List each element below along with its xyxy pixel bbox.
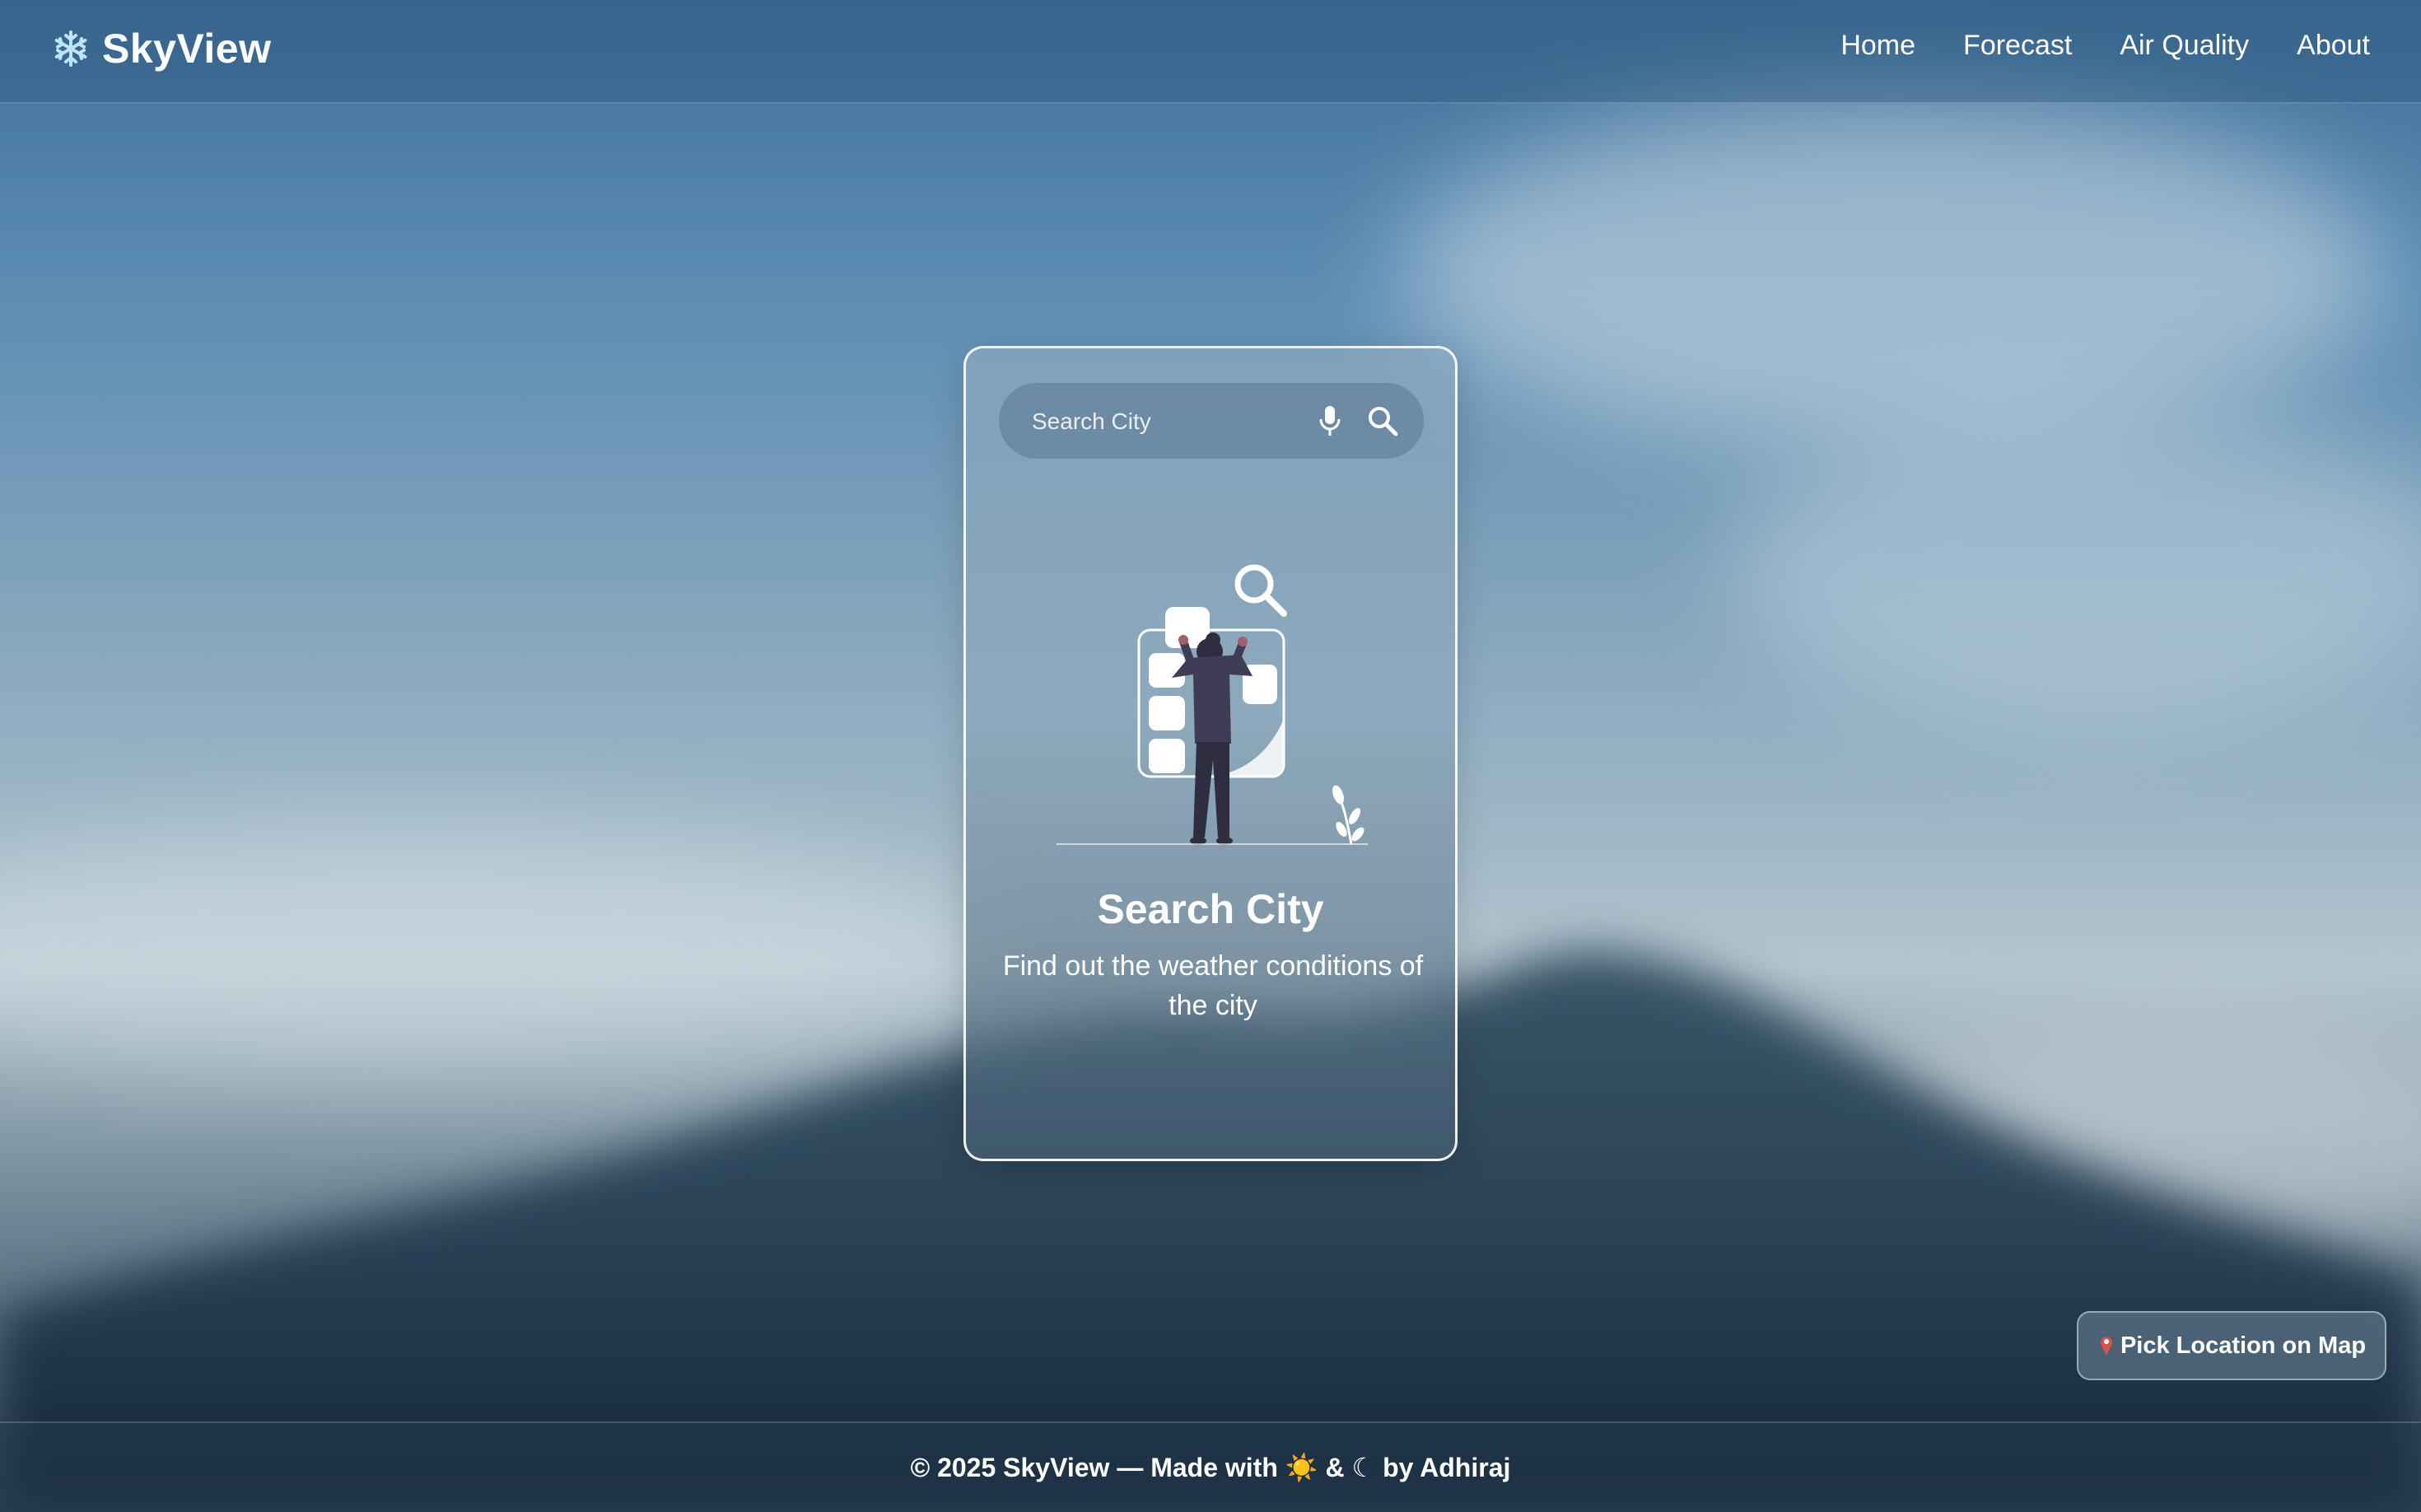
voice-search-button[interactable]	[1308, 399, 1351, 442]
empty-state-title: Search City	[1097, 886, 1324, 932]
pick-location-label: Pick Location on Map	[2120, 1332, 2367, 1359]
empty-state-subtitle: Find out the weather conditions of the c…	[1002, 950, 1424, 1021]
page: SkyView Home Forecast Air Quality About	[0, 0, 2421, 1512]
search-button[interactable]	[1361, 399, 1404, 442]
nav-air-quality[interactable]: Air Quality	[2120, 30, 2249, 62]
snowflake-icon	[54, 30, 87, 67]
search-bar	[999, 383, 1424, 459]
map-pin-icon	[2100, 1337, 2112, 1356]
illustration-magnifier	[1234, 564, 1287, 617]
illustration-person	[1172, 632, 1252, 845]
nav-about[interactable]: About	[2297, 30, 2370, 62]
person-searching-illustration	[1057, 564, 1368, 845]
footer-text: © 2025 SkyView — Made with ☀️ & ☾ by Adh…	[910, 1453, 1511, 1482]
main-nav: Home Forecast Air Quality About	[1840, 30, 2370, 62]
brand-logo[interactable]: SkyView	[51, 25, 272, 72]
brand-name: SkyView	[102, 26, 272, 72]
footer: © 2025 SkyView — Made with ☀️ & ☾ by Adh…	[0, 1421, 2421, 1512]
illustration-plant	[1332, 785, 1364, 845]
microphone-icon	[1319, 406, 1341, 436]
top-navbar: SkyView Home Forecast Air Quality About	[0, 0, 2421, 104]
search-card: Search City Find out the weather conditi…	[963, 346, 1458, 1161]
pick-location-button[interactable]: Pick Location on Map	[2077, 1311, 2386, 1380]
search-icon	[1369, 407, 1398, 436]
nav-home[interactable]: Home	[1840, 30, 1915, 62]
search-input[interactable]	[1030, 401, 1297, 442]
nav-forecast[interactable]: Forecast	[1963, 30, 2072, 62]
